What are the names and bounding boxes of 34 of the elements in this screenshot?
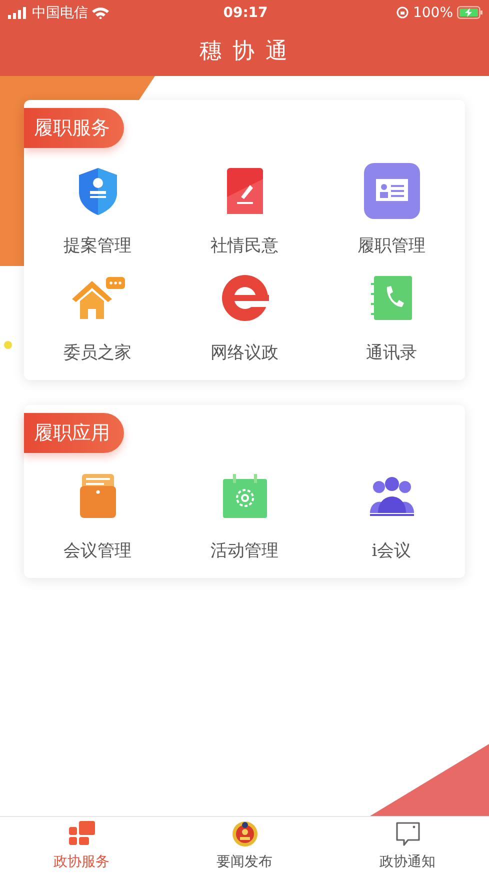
emblem-icon	[232, 821, 258, 847]
dot-decoration	[4, 341, 12, 349]
feature-link[interactable]: 履职管理	[358, 234, 426, 257]
wifi-icon	[92, 6, 109, 18]
feature-link[interactable]: 提案管理	[64, 234, 132, 257]
feature-link[interactable]: i会议	[372, 539, 412, 562]
app-title: 穗 协 通	[200, 38, 290, 66]
nav-tab[interactable]: 要闻发布	[163, 817, 326, 875]
status-time: 09:17	[223, 4, 268, 20]
battery-percent: 100%	[412, 4, 454, 20]
signal-icon	[8, 6, 28, 18]
grid-blocks-icon	[68, 821, 94, 847]
notebook-pen-icon	[224, 167, 264, 215]
feature-link[interactable]: 活动管理	[210, 539, 278, 562]
nav-tab[interactable]: 政协通知	[326, 817, 489, 875]
calendar-gear-icon	[222, 473, 268, 519]
section-title: 履职应用	[24, 413, 124, 453]
feature-link[interactable]: 社情民意	[210, 234, 278, 257]
section-title: 履职服务	[24, 108, 124, 148]
feature-link[interactable]: 会议管理	[64, 539, 132, 562]
phone-book-icon	[370, 275, 414, 321]
rotation-lock-icon	[396, 6, 409, 19]
house-chat-icon	[70, 275, 126, 321]
feature-link[interactable]: 网络议政	[210, 341, 278, 364]
group-people-icon	[368, 475, 414, 517]
folder-document-icon	[78, 473, 116, 519]
speech-bubble-icon	[394, 821, 420, 847]
battery-charging-icon	[457, 6, 484, 19]
carrier-name: 中国电信	[32, 4, 88, 22]
nav-tab[interactable]: 政协服务	[0, 817, 163, 875]
feature-link[interactable]: 通讯录	[366, 341, 417, 364]
id-card-icon	[364, 163, 420, 219]
feature-link[interactable]: 委员之家	[64, 341, 132, 364]
letter-e-icon	[220, 274, 268, 322]
